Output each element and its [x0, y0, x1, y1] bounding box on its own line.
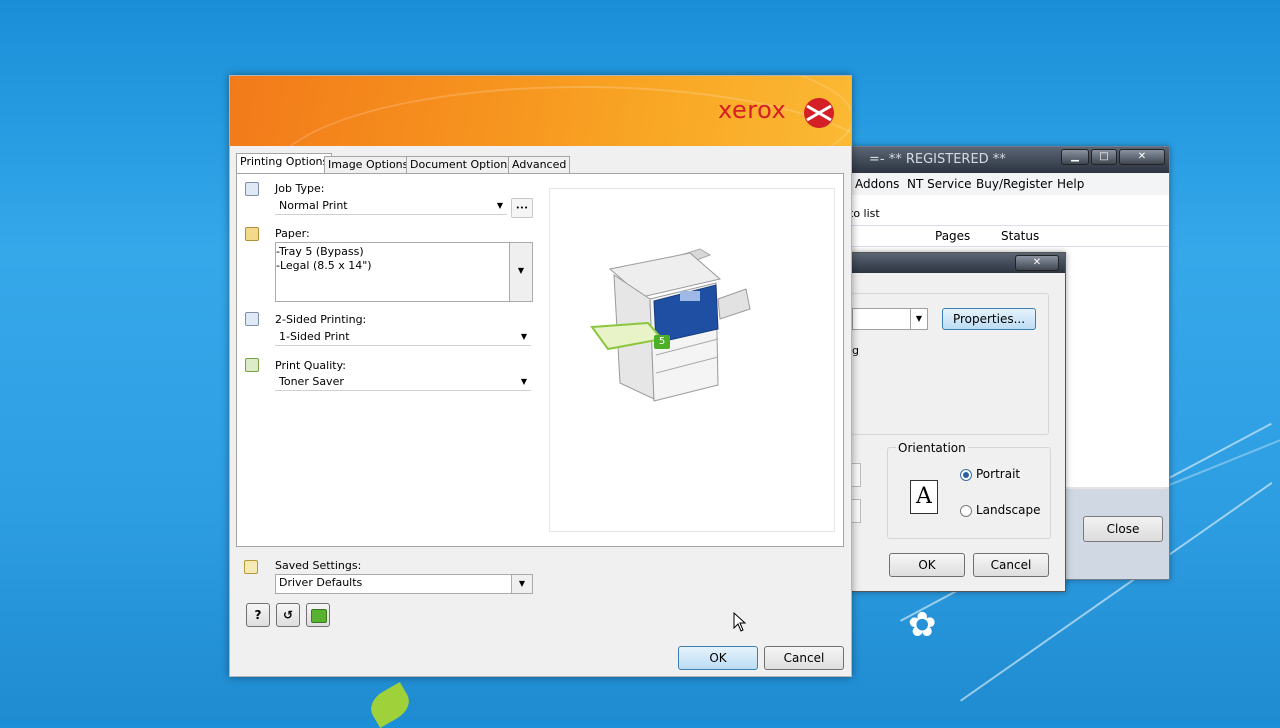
paper-icon: [245, 227, 259, 241]
properties-button[interactable]: Properties...: [942, 308, 1036, 330]
menu-bar: Addons NT Service Buy/Register Help: [849, 173, 1169, 195]
window-close-button[interactable]: ✕: [1119, 149, 1165, 165]
job-type-label: Job Type:: [275, 182, 325, 195]
job-type-icon: [245, 182, 259, 196]
menu-nt-service[interactable]: NT Service: [907, 177, 971, 191]
paper-tray: -Tray 5 (Bypass): [276, 245, 364, 258]
mouse-cursor-icon: [733, 612, 747, 632]
paper-size: -Legal (8.5 x 14"): [276, 259, 372, 272]
menu-buy-register[interactable]: Buy/Register: [976, 177, 1052, 191]
leaf-decoration: [365, 682, 415, 728]
dropdown-arrow-icon[interactable]: ▼: [511, 575, 532, 593]
print-quality-icon: [245, 358, 259, 372]
flower-decoration: ✿: [908, 605, 937, 645]
portrait-label[interactable]: Portrait: [976, 467, 1020, 481]
paper-select[interactable]: -Tray 5 (Bypass) -Legal (8.5 x 14") ▼: [275, 242, 533, 302]
job-type-more-button[interactable]: •••: [511, 198, 533, 218]
xerox-banner: xerox: [230, 76, 851, 146]
landscape-label[interactable]: Landscape: [976, 503, 1040, 517]
tray-badge: 5: [654, 335, 670, 349]
job-type-select[interactable]: Normal Print ▼: [275, 198, 507, 215]
ok-button[interactable]: OK: [678, 646, 758, 670]
tab-printing-options[interactable]: Printing Options: [236, 153, 333, 174]
print-ok-button[interactable]: OK: [889, 553, 965, 577]
printer-select[interactable]: ▼: [852, 308, 928, 330]
tab-image-options[interactable]: Image Options: [324, 156, 413, 173]
reset-button[interactable]: ↺: [276, 603, 300, 627]
orientation-group: Orientation A Portrait Landscape: [887, 441, 1051, 539]
list-header: Pages Status: [849, 225, 1169, 247]
minimize-button[interactable]: ▁: [1061, 149, 1089, 165]
saved-settings-icon: [244, 560, 258, 574]
partial-label: g: [852, 344, 859, 357]
background-window-title: =- ** REGISTERED **: [869, 152, 1006, 167]
print-quality-select[interactable]: Toner Saver ▼: [275, 374, 531, 391]
print-quality-value: Toner Saver: [279, 375, 344, 388]
landscape-radio[interactable]: [960, 505, 972, 517]
two-sided-label: 2-Sided Printing:: [275, 313, 367, 326]
xerox-sphere-icon: [804, 98, 834, 128]
portrait-radio[interactable]: [960, 469, 972, 481]
column-pages[interactable]: Pages: [935, 229, 970, 243]
cancel-button[interactable]: Cancel: [764, 646, 844, 670]
two-sided-select[interactable]: 1-Sided Print ▼: [275, 329, 531, 346]
saved-settings-select[interactable]: Driver Defaults ▼: [275, 574, 533, 594]
two-sided-icon: [245, 312, 259, 326]
dropdown-arrow-icon: ▼: [496, 201, 503, 210]
maximize-button[interactable]: □: [1091, 149, 1117, 165]
print-dialog-close-button[interactable]: ✕: [1015, 255, 1059, 271]
paper-dropdown-button[interactable]: ▼: [509, 243, 532, 301]
dropdown-arrow-icon: ▼: [520, 377, 527, 386]
status-green-icon: [311, 609, 327, 623]
xerox-logo: xerox: [718, 96, 787, 124]
two-sided-value: 1-Sided Print: [279, 330, 350, 343]
list-label: to list: [849, 207, 880, 220]
help-button[interactable]: ?: [246, 603, 270, 627]
menu-addons[interactable]: Addons: [855, 177, 899, 191]
print-dialog-titlebar[interactable]: ✕: [849, 253, 1065, 273]
job-type-value: Normal Print: [279, 199, 348, 212]
background-window-titlebar[interactable]: =- ** REGISTERED ** ▁ □ ✕: [849, 147, 1169, 173]
menu-help[interactable]: Help: [1057, 177, 1084, 191]
tab-advanced[interactable]: Advanced: [508, 156, 571, 173]
saved-settings-value: Driver Defaults: [279, 576, 363, 589]
xerox-properties-dialog: xerox Printing Options Image Options Doc…: [229, 75, 852, 677]
orientation-title: Orientation: [896, 441, 968, 455]
dropdown-arrow-icon: ▼: [520, 332, 527, 341]
saved-settings-label: Saved Settings:: [275, 559, 362, 572]
dropdown-arrow-icon: ▼: [910, 309, 927, 329]
printer-preview: 5: [549, 188, 835, 532]
orientation-preview-icon: A: [910, 480, 938, 514]
print-cancel-button[interactable]: Cancel: [973, 553, 1049, 577]
paper-label: Paper:: [275, 227, 310, 240]
column-status[interactable]: Status: [1001, 229, 1039, 243]
tab-document-options[interactable]: Document Options: [406, 156, 517, 173]
print-quality-label: Print Quality:: [275, 359, 347, 372]
print-setup-dialog: ✕ ▼ Properties... g Orientation A Portra…: [848, 252, 1066, 592]
status-button[interactable]: [306, 603, 330, 627]
printer-group: ▼ Properties... g: [851, 293, 1049, 435]
close-button[interactable]: Close: [1083, 516, 1163, 542]
printer-illustration: [590, 248, 751, 402]
